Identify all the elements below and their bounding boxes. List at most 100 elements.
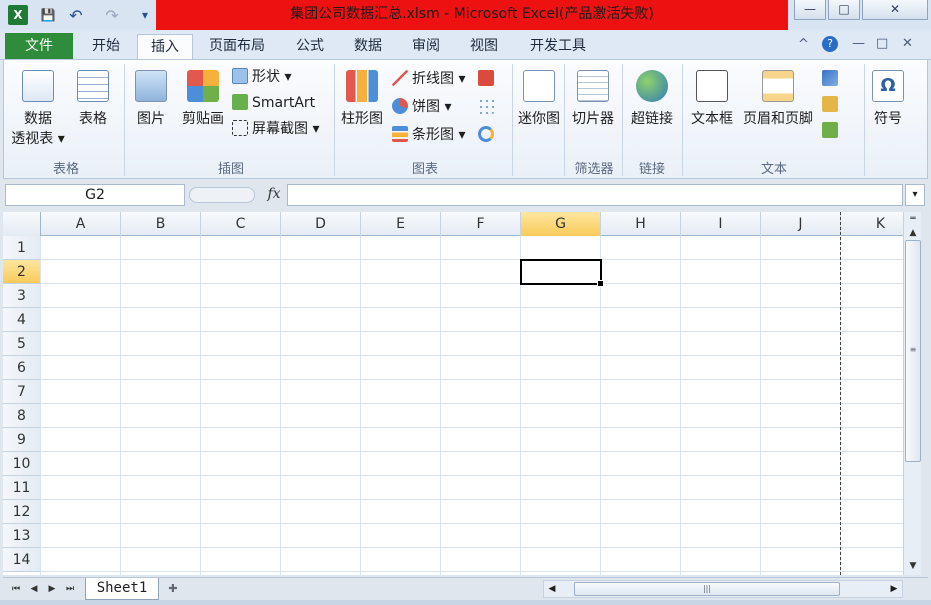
column-header-e[interactable]: E	[361, 212, 441, 236]
first-sheet-icon[interactable]: ⏮	[9, 581, 23, 597]
smartart-button[interactable]: SmartArt	[232, 92, 315, 114]
tab-developer[interactable]: 开发工具	[518, 34, 598, 60]
table-button[interactable]: 表格	[70, 70, 116, 128]
minimize-window-button[interactable]: —	[794, 0, 826, 20]
vertical-scroll-thumb[interactable]: ≡	[905, 240, 921, 462]
row-header-5[interactable]: 5	[3, 332, 41, 356]
group-label-illustrations: 插图	[217, 162, 244, 177]
tab-formulas[interactable]: 公式	[284, 34, 336, 60]
horizontal-scroll-thumb[interactable]: |||	[574, 582, 840, 596]
pie-chart-button[interactable]: 饼图 ▾	[392, 96, 451, 118]
object-icon[interactable]	[822, 120, 850, 142]
scroll-left-icon[interactable]: ◀	[546, 583, 558, 595]
column-header-k[interactable]: K	[841, 212, 903, 236]
vertical-scrollbar[interactable]: ═ ▲ ≡ ▼	[903, 212, 921, 575]
workbook-restore-icon[interactable]: □	[876, 36, 888, 51]
row-header-12[interactable]: 12	[3, 500, 41, 524]
column-header-h[interactable]: H	[601, 212, 681, 236]
tab-insert[interactable]: 插入	[137, 34, 193, 61]
header-footer-button[interactable]: 页眉和页脚	[738, 70, 818, 128]
bar-chart-label: 条形图 ▾	[412, 127, 466, 143]
tab-data[interactable]: 数据	[342, 34, 394, 60]
formula-bar-splitter[interactable]	[189, 187, 255, 203]
select-all-corner[interactable]	[3, 212, 41, 236]
split-box-icon[interactable]: ═	[905, 212, 921, 226]
line-chart-button[interactable]: 折线图 ▾	[392, 68, 465, 90]
row-header-9[interactable]: 9	[3, 428, 41, 452]
shapes-button[interactable]: 形状 ▾	[232, 66, 291, 88]
row-header-1[interactable]: 1	[3, 236, 41, 260]
sparkline-button[interactable]: 迷你图	[516, 70, 562, 128]
row-header-3[interactable]: 3	[3, 284, 41, 308]
tab-home[interactable]: 开始	[80, 34, 132, 60]
scroll-up-icon[interactable]: ▲	[905, 226, 921, 240]
insert-sheet-icon[interactable]: ✚	[161, 580, 185, 598]
redo-icon[interactable]: ↷	[100, 5, 124, 25]
tab-file[interactable]: 文件	[5, 33, 73, 60]
tab-view[interactable]: 视图	[458, 34, 510, 60]
row-header-13[interactable]: 13	[3, 524, 41, 548]
window-title: 集团公司数据汇总.xlsm - Microsoft Excel(产品激活失败)	[290, 6, 654, 22]
signature-line-icon[interactable]	[822, 94, 850, 116]
column-header-i[interactable]: I	[681, 212, 761, 236]
column-chart-button[interactable]: 柱形图	[338, 70, 386, 128]
excel-app-icon[interactable]: X	[8, 5, 28, 25]
expand-formula-bar-icon[interactable]: ▾	[905, 184, 925, 206]
tab-review[interactable]: 审阅	[400, 34, 452, 60]
other-charts-icon[interactable]	[478, 124, 504, 146]
horizontal-scrollbar[interactable]: ◀ ||| ▶	[543, 580, 903, 598]
row-header-11[interactable]: 11	[3, 476, 41, 500]
scroll-down-icon[interactable]: ▼	[905, 559, 921, 573]
insert-function-icon[interactable]: fx	[261, 184, 287, 206]
slicer-button[interactable]: 切片器	[568, 70, 618, 128]
row-header-8[interactable]: 8	[3, 404, 41, 428]
wordart-icon[interactable]	[822, 68, 850, 90]
close-window-button[interactable]: ✕	[862, 0, 928, 20]
restore-window-button[interactable]: □	[828, 0, 860, 20]
tab-page-layout[interactable]: 页面布局	[198, 34, 276, 60]
row-header-14[interactable]: 14	[3, 548, 41, 572]
screenshot-button[interactable]: 屏幕截图 ▾	[232, 118, 319, 140]
hyperlink-button[interactable]: 超链接	[626, 70, 678, 128]
column-chart-label: 柱形图	[341, 111, 383, 127]
minimize-ribbon-icon[interactable]: ^	[798, 37, 809, 52]
last-sheet-icon[interactable]: ⏭	[63, 581, 77, 597]
clipart-button[interactable]: 剪贴画	[176, 70, 230, 128]
next-sheet-icon[interactable]: ▶	[45, 581, 59, 597]
sheet-tab-sheet1[interactable]: Sheet1	[85, 578, 159, 600]
workbook-minimize-icon[interactable]: —	[852, 36, 865, 51]
scroll-right-icon[interactable]: ▶	[888, 583, 900, 595]
gridline-vertical	[680, 236, 681, 575]
customize-qat-icon[interactable]: ▾	[138, 5, 152, 25]
area-chart-icon[interactable]	[478, 68, 504, 90]
picture-button[interactable]: 图片	[130, 70, 172, 128]
symbol-button[interactable]: Ω 符号	[868, 70, 908, 128]
undo-icon[interactable]: ↶	[64, 5, 88, 25]
workbook-close-icon[interactable]: ✕	[902, 36, 913, 51]
column-header-j[interactable]: J	[761, 212, 841, 236]
row-header-4[interactable]: 4	[3, 308, 41, 332]
column-header-d[interactable]: D	[281, 212, 361, 236]
textbox-button[interactable]: 文本框	[686, 70, 738, 128]
bar-chart-button[interactable]: 条形图 ▾	[392, 124, 465, 146]
row-header-10[interactable]: 10	[3, 452, 41, 476]
column-header-c[interactable]: C	[201, 212, 281, 236]
row-header-2[interactable]: 2	[3, 260, 41, 284]
column-header-g[interactable]: G	[521, 212, 601, 236]
gridline-horizontal	[41, 523, 903, 524]
formula-input[interactable]	[287, 184, 903, 206]
row-header-7[interactable]: 7	[3, 380, 41, 404]
pivot-table-button[interactable]: 数据 透视表 ▾	[8, 70, 68, 148]
pie-chart-label: 饼图 ▾	[412, 99, 452, 115]
worksheet-grid[interactable]: A B C D E F G H I J K 1 2 3 4 5 6 7 8 9 …	[3, 212, 903, 575]
save-icon[interactable]: 💾	[38, 5, 58, 25]
column-header-f[interactable]: F	[441, 212, 521, 236]
column-header-a[interactable]: A	[41, 212, 121, 236]
column-header-b[interactable]: B	[121, 212, 201, 236]
name-box[interactable]: G2	[5, 184, 185, 206]
scatter-chart-icon[interactable]	[478, 96, 504, 118]
help-icon[interactable]: ?	[822, 36, 838, 52]
active-cell-g2[interactable]	[520, 259, 604, 287]
row-header-6[interactable]: 6	[3, 356, 41, 380]
prev-sheet-icon[interactable]: ◀	[27, 581, 41, 597]
